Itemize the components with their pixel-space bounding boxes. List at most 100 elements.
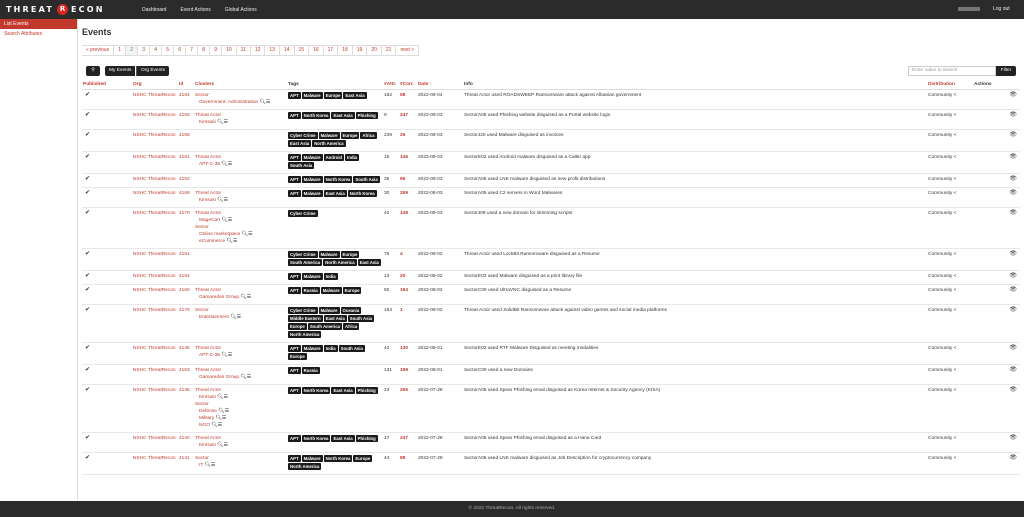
correlation-count[interactable]: 4 [399,248,417,271]
column-header[interactable]: Clusters [194,80,287,90]
view-icon[interactable]: 👁︎ [1009,367,1017,373]
list-icon[interactable]: ☰ [247,294,251,300]
pagination-page[interactable]: 18 [337,45,353,56]
tag[interactable]: APT [288,344,301,352]
org-link[interactable]: NSHC ThreatRecon [132,129,178,152]
tag[interactable]: Europe [342,286,362,294]
tag[interactable]: India [345,153,360,161]
event-id-link[interactable]: 4158 [178,129,194,152]
correlation-count[interactable]: 148 [399,207,417,249]
event-id-link[interactable]: 4161 [178,151,194,174]
view-icon[interactable]: 👁︎ [1009,273,1017,279]
view-icon[interactable]: 👁︎ [1009,387,1017,393]
org-link[interactable]: NSHC ThreatRecon [132,248,178,271]
tag[interactable]: APT [288,434,301,442]
correlation-count[interactable]: 20 [399,270,417,285]
view-icon[interactable]: 👁︎ [1009,112,1017,118]
cluster-entry[interactable]: Sector [195,307,286,314]
view-icon[interactable]: 👁︎ [1009,132,1017,138]
list-icon[interactable]: ☰ [224,119,228,125]
org-link[interactable]: NSHC ThreatRecon [132,432,178,453]
list-icon[interactable]: ☰ [266,99,270,105]
tag[interactable]: South Asia [338,344,365,352]
cluster-entry[interactable]: Kimsuki 🔍︎☰ [195,197,286,204]
tag[interactable]: APT [288,272,301,280]
org-link[interactable]: NSHC ThreatRecon [132,452,178,475]
tag[interactable]: East Asia [357,258,381,266]
tag[interactable]: Malware [318,306,340,314]
view-icon[interactable]: 👁︎ [1009,307,1017,313]
pagination-page[interactable]: 16 [308,45,324,56]
tag[interactable]: Malware [318,250,340,258]
event-id-link[interactable]: 4184 [178,89,194,110]
tag[interactable]: Phishing [355,386,378,394]
search-toggle-button[interactable]: ⚲ [86,66,100,76]
cluster-entry[interactable]: APT-C-35 🔍︎☰ [195,161,286,168]
list-icon[interactable]: ☰ [248,231,252,237]
view-icon[interactable]: 👁︎ [1009,176,1017,182]
filter-button[interactable]: Filter [996,66,1016,76]
cluster-entry[interactable]: Threat Actor [195,190,286,197]
nav-global-actions[interactable]: Global Actions [225,7,257,13]
tag[interactable]: India [323,344,338,352]
cluster-entry[interactable]: Threat Actor [195,435,286,442]
tag[interactable]: Oceania [340,306,362,314]
tag[interactable]: North Korea [323,175,353,183]
event-id-link[interactable]: 4153 [178,364,194,385]
correlation-count[interactable]: 255 [399,384,417,433]
tag[interactable]: APT [288,366,301,374]
tag[interactable]: Europe [340,131,360,139]
tag[interactable]: North Korea [301,434,331,442]
column-header[interactable]: Date ↑ [417,80,463,90]
tag[interactable]: Malware [318,131,340,139]
cluster-entry[interactable]: Threat Actor [195,112,286,119]
event-id-link[interactable]: 4145 [178,342,194,365]
correlation-count[interactable]: 89 [399,452,417,475]
org-link[interactable]: NSHC ThreatRecon [132,151,178,174]
tag[interactable]: South Asia [347,314,375,322]
cluster-entry[interactable]: Entertainment 🔍︎☰ [195,314,286,321]
tag[interactable]: Phishing [355,434,378,442]
pagination-page[interactable]: 13 [264,45,280,56]
event-id-link[interactable]: 4170 [178,207,194,249]
org-link[interactable]: NSHC ThreatRecon [132,89,178,110]
event-id-link[interactable]: 4160 [178,284,194,305]
tag[interactable]: Malware [301,153,323,161]
cluster-entry[interactable]: Sector [195,224,286,231]
column-header[interactable]: Published [82,80,132,90]
correlation-count[interactable]: 247 [399,432,417,453]
correlation-count[interactable]: 58 [399,89,417,110]
view-icon[interactable]: 👁︎ [1009,190,1017,196]
event-id-link[interactable]: 4136 [178,384,194,433]
list-icon[interactable]: ☰ [218,422,222,428]
tag[interactable]: APT [288,454,301,462]
pagination-page[interactable]: 15 [293,45,310,56]
view-icon[interactable]: 👁︎ [1009,210,1017,216]
tag[interactable]: Malware [301,344,323,352]
pagination-page[interactable]: 21 [380,45,397,56]
tag[interactable]: East Asia [323,314,347,322]
cluster-entry[interactable]: MageCart 🔍︎☰ [195,217,286,224]
view-icon[interactable]: 👁︎ [1009,154,1017,160]
tag[interactable]: Africa [360,131,377,139]
tag[interactable]: APT [288,175,301,183]
tag[interactable]: India [323,272,338,280]
cluster-entry[interactable]: Kimsuki 🔍︎☰ [195,119,286,126]
view-icon[interactable]: 👁︎ [1009,287,1017,293]
user-name-redacted[interactable] [958,7,980,11]
list-icon[interactable]: ☰ [228,217,232,223]
cluster-entry[interactable]: IT 🔍︎☰ [195,462,286,469]
tag[interactable]: South Asia [288,161,315,169]
tag[interactable]: South Asia [353,175,380,183]
tag[interactable]: Malware [301,189,323,197]
org-events-button[interactable]: Org Events [136,66,169,76]
tag[interactable]: APT [288,189,301,197]
cluster-entry[interactable]: Kimsuki 🔍︎☰ [195,394,286,401]
tag[interactable]: Malware [301,272,323,280]
event-id-link[interactable]: 4141 [178,452,194,475]
pagination-next[interactable]: next » [395,45,420,56]
view-icon[interactable]: 👁︎ [1009,455,1017,461]
list-icon[interactable]: ☰ [211,462,215,468]
cluster-entry[interactable]: Kimsuki 🔍︎☰ [195,442,286,449]
tag[interactable]: Cyber Crime [288,131,318,139]
